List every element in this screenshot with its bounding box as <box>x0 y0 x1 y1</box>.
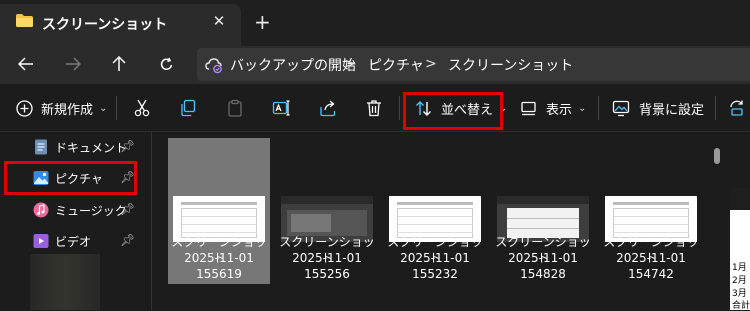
close-tab-icon[interactable]: ✕ <box>211 13 227 29</box>
divider <box>399 96 400 120</box>
preview-row: 2月 <box>732 276 747 286</box>
new-label: 新規作成 <box>41 102 94 118</box>
back-arrow-icon <box>18 57 33 71</box>
refresh-button[interactable] <box>155 53 177 75</box>
breadcrumb-separator[interactable]: > <box>425 56 437 72</box>
share-button[interactable] <box>319 84 337 132</box>
preview-header <box>730 188 750 210</box>
back-button[interactable] <box>15 53 37 75</box>
paste-button[interactable] <box>226 84 244 132</box>
view-label: 表示 <box>546 102 573 118</box>
divider <box>116 96 117 120</box>
rotate-icon <box>730 100 743 116</box>
address-bar[interactable]: バックアップの開始 > ピクチャ > スクリーンショット <box>197 48 750 81</box>
sidebar-item-label: ミュージック <box>55 204 127 218</box>
forward-button[interactable] <box>62 53 84 75</box>
file-date: 2025-11-01 <box>508 251 578 265</box>
vertical-scrollbar[interactable] <box>714 148 720 164</box>
up-arrow-icon <box>112 56 126 71</box>
cut-button[interactable] <box>133 84 151 132</box>
view-button[interactable]: 表示 ⌄ <box>520 84 586 132</box>
tab-strip: スクリーンショット ✕ + <box>0 0 750 46</box>
divider <box>598 96 599 120</box>
document-icon <box>35 139 47 155</box>
file-time: 154828 <box>520 267 566 281</box>
set-background-label: 背景に設定 <box>639 102 705 118</box>
add-circle-icon <box>16 99 33 117</box>
divider <box>715 96 716 120</box>
sidebar-item-documents[interactable]: ドキュメント 📌︎ <box>0 132 150 162</box>
command-bar: 新規作成 ⌄ 並べ替え ⌄ 表示 ⌄ 背景に設定 <box>0 84 750 132</box>
wallpaper-icon <box>612 100 630 116</box>
file-time: 155232 <box>412 267 458 281</box>
copy-icon <box>181 99 196 117</box>
file-view: スクリーンショット 2025-11-01 155619 スクリーンショット 20… <box>152 132 750 311</box>
file-item[interactable]: スクリーンショット 2025-11-01 154742 <box>600 138 702 284</box>
new-button[interactable]: 新規作成 ⌄ <box>16 84 107 132</box>
scissors-icon <box>134 99 150 117</box>
sidebar-item-music[interactable]: ミュージック 📌︎ <box>0 195 150 225</box>
up-button[interactable] <box>108 53 130 75</box>
file-time: 155619 <box>196 267 242 281</box>
navigation-pane: ドキュメント 📌︎ ピクチャ 📌︎ ミュージック 📌︎ ビデオ 📌︎ <box>0 132 152 310</box>
breadcrumb-screenshots[interactable]: スクリーンショット <box>448 55 573 75</box>
sidebar-item-label: ビデオ <box>55 235 92 249</box>
chevron-down-icon: ⌄ <box>99 102 108 114</box>
file-date: 2025-11-01 <box>616 251 686 265</box>
file-item[interactable]: スクリーンショット 2025-11-01 155619 <box>168 138 270 284</box>
sidebar-item-label: ドキュメント <box>55 141 128 155</box>
breadcrumb-backup[interactable]: バックアップの開始 <box>230 55 356 75</box>
copy-button[interactable] <box>179 84 197 132</box>
preview-panel-edge: 1月 2月 3月 合計 <box>730 188 750 311</box>
file-item[interactable]: スクリーンショット 2025-11-01 155232 <box>384 138 486 284</box>
folder-icon <box>16 14 33 27</box>
file-date: 2025-11-01 <box>184 251 254 265</box>
video-icon <box>33 234 49 248</box>
breadcrumb-separator[interactable]: > <box>344 56 356 72</box>
rename-icon <box>272 100 290 116</box>
chevron-down-icon: ⌄ <box>578 102 587 114</box>
tab-screenshots[interactable]: スクリーンショット ✕ <box>0 4 241 46</box>
music-icon <box>33 202 49 218</box>
share-icon <box>320 100 336 117</box>
refresh-icon <box>160 57 172 70</box>
preview-row: 1月 <box>732 263 747 273</box>
tab-title: スクリーンショット <box>42 17 168 33</box>
file-date: 2025-11-01 <box>292 251 362 265</box>
pin-icon[interactable]: 📌︎ <box>120 202 135 216</box>
set-background-button[interactable]: 背景に設定 <box>612 84 704 132</box>
file-time: 155256 <box>304 267 350 281</box>
rename-button[interactable] <box>272 84 290 132</box>
pictures-highlight-frame <box>4 161 137 195</box>
sidebar-item-videos[interactable]: ビデオ 📌︎ <box>0 226 150 256</box>
new-tab-button[interactable]: + <box>254 12 271 32</box>
file-item[interactable]: スクリーンショット 2025-11-01 155256 <box>276 138 378 284</box>
breadcrumb-pictures[interactable]: ピクチャ <box>368 55 424 75</box>
pin-icon[interactable]: 📌︎ <box>120 139 135 153</box>
sort-highlight-frame <box>403 92 503 130</box>
rotate-button[interactable] <box>728 84 746 132</box>
file-time: 154742 <box>628 267 674 281</box>
view-layout-icon <box>521 101 536 115</box>
file-date: 2025-11-01 <box>400 251 470 265</box>
pin-icon[interactable]: 📌︎ <box>120 233 135 247</box>
cloud-backup-icon <box>205 58 222 74</box>
file-item[interactable]: スクリーンショット 2025-11-01 154828 <box>492 138 594 284</box>
delete-button[interactable] <box>365 84 383 132</box>
paste-icon <box>228 99 242 117</box>
navigation-bar: バックアップの開始 > ピクチャ > スクリーンショット <box>0 46 750 84</box>
forward-arrow-icon <box>66 57 81 71</box>
preview-row: 合計 <box>732 301 750 311</box>
trash-icon <box>367 100 381 117</box>
blurred-region <box>30 254 100 310</box>
